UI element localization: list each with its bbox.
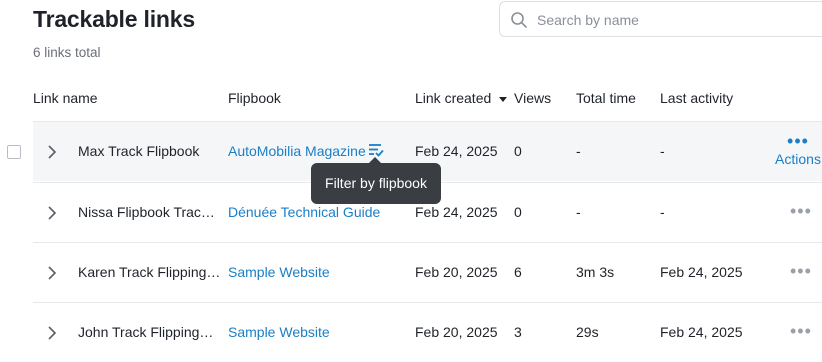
- search-box[interactable]: [499, 1, 822, 37]
- chevron-right-icon[interactable]: [47, 265, 57, 281]
- chevron-right-icon[interactable]: [47, 144, 57, 160]
- actions-label: Actions: [775, 151, 821, 167]
- more-horizontal-icon[interactable]: •••: [790, 261, 812, 282]
- chevron-right-icon[interactable]: [47, 205, 57, 221]
- flipbook-link[interactable]: Sample Website: [228, 324, 330, 340]
- flipbook-link[interactable]: Dénuée Technical Guide: [228, 204, 380, 220]
- flipbook-link[interactable]: Sample Website: [228, 264, 330, 280]
- created-date: Feb 24, 2025: [415, 143, 498, 159]
- row-checkbox[interactable]: [7, 145, 21, 159]
- page-title: Trackable links: [33, 6, 195, 32]
- created-date: Feb 20, 2025: [415, 324, 498, 340]
- column-header-flipbook[interactable]: Flipbook: [228, 90, 281, 106]
- table-row[interactable]: Karen Track Flipping… Sample Website Feb…: [33, 242, 822, 302]
- table-row[interactable]: John Track Flipping… Sample Website Feb …: [33, 302, 822, 362]
- views-count: 3: [514, 324, 522, 340]
- link-name: Max Track Flipbook: [78, 143, 200, 159]
- total-time: -: [576, 143, 581, 159]
- created-date: Feb 20, 2025: [415, 264, 498, 280]
- views-count: 0: [514, 204, 522, 220]
- sort-desc-icon: [499, 96, 508, 102]
- more-horizontal-icon[interactable]: •••: [790, 321, 812, 342]
- filter-tooltip: Filter by flipbook: [311, 157, 441, 204]
- column-header-link-name[interactable]: Link name: [33, 90, 98, 106]
- filter-list-icon[interactable]: [368, 143, 384, 157]
- search-icon: [511, 12, 527, 28]
- views-count: 0: [514, 143, 522, 159]
- column-header-last-activity[interactable]: Last activity: [660, 90, 733, 106]
- column-header-total-time[interactable]: Total time: [576, 90, 636, 106]
- link-name: John Track Flipping…: [78, 324, 214, 340]
- link-name: Nissa Flipbook Trac…: [78, 204, 215, 220]
- created-date: Feb 24, 2025: [415, 204, 498, 220]
- more-horizontal-icon: •••: [787, 131, 809, 151]
- last-activity: -: [660, 143, 665, 159]
- search-input[interactable]: [537, 9, 817, 31]
- actions-button[interactable]: ••• Actions: [773, 131, 822, 167]
- last-activity: Feb 24, 2025: [660, 264, 743, 280]
- link-name: Karen Track Flipping…: [78, 264, 221, 280]
- total-time: -: [576, 204, 581, 220]
- chevron-right-icon[interactable]: [47, 325, 57, 341]
- column-header-link-created[interactable]: Link created: [415, 90, 508, 106]
- last-activity: -: [660, 204, 665, 220]
- total-time: 3m 3s: [576, 264, 615, 280]
- column-header-link-created-label: Link created: [415, 90, 492, 106]
- total-time: 29s: [576, 324, 599, 340]
- last-activity: Feb 24, 2025: [660, 324, 743, 340]
- flipbook-link[interactable]: AutoMobilia Magazine: [228, 143, 366, 159]
- views-count: 6: [514, 264, 522, 280]
- links-count: 6 links total: [33, 45, 101, 60]
- more-horizontal-icon[interactable]: •••: [790, 201, 812, 222]
- column-header-views[interactable]: Views: [514, 90, 551, 106]
